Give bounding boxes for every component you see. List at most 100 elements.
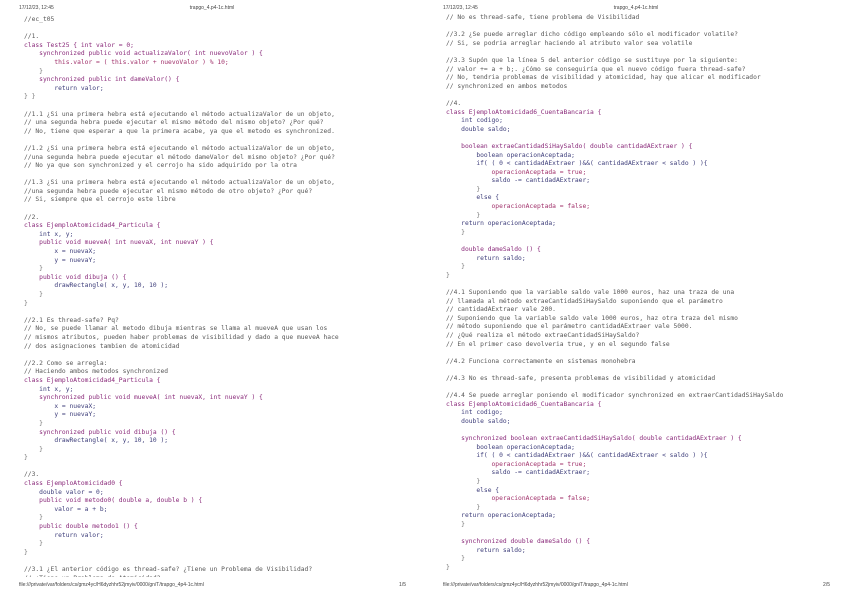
- code-line: // synchronized en ambos metodos: [446, 82, 568, 90]
- code-line: boolean operacionAceptada;: [446, 443, 575, 451]
- code-line: // Si, siempre que el cerrojo este libre: [24, 196, 176, 204]
- code-line: }: [24, 419, 43, 427]
- document-title: trapgo_4.p4-1c.html: [189, 5, 235, 11]
- code-line: }: [446, 263, 465, 271]
- printed-page-2: 17/12/23, 12:45 trapgo_4.p4-1c.html // N…: [424, 0, 848, 599]
- code-line: // ¿Qué realiza el método extraeCantidad…: [446, 331, 640, 339]
- code-line: //4.4 Se puede arreglar poniendo el modi…: [446, 392, 784, 400]
- code-line: // No ya que son synchronized y el cerro…: [24, 162, 297, 170]
- code-line: }: [446, 564, 450, 571]
- code-line: y = nuevaY;: [24, 256, 97, 264]
- code-line: x = nuevaX;: [24, 248, 97, 256]
- code-line: //2.: [24, 213, 40, 221]
- code-line: // No, se puede llamar al metodo dibuja …: [24, 325, 328, 333]
- code-line: valor = a + b;: [24, 505, 108, 513]
- code-line: // Suponiendo que la variable saldo vale…: [446, 314, 738, 322]
- code-line: int x, y;: [24, 385, 74, 393]
- code-line: public double metodo1 () {: [24, 523, 138, 531]
- code-line: double saldo;: [446, 125, 511, 133]
- code-line: // cantidadAExtraer vale 200.: [446, 306, 556, 314]
- code-line: y = nuevaY;: [24, 411, 97, 419]
- code-line: return operacionAceptada;: [446, 220, 556, 228]
- code-line: // No, tiene que esperar a que la primer…: [24, 127, 335, 135]
- page-footer: file:///private/var/folders/cs/gmz4yc/H6…: [424, 582, 848, 590]
- code-line: int x, y;: [24, 230, 74, 238]
- file-url: file:///private/var/folders/cs/gmz4yc/H6…: [19, 582, 204, 588]
- code-line: }: [24, 548, 28, 556]
- code-line: double valor = 0;: [24, 488, 104, 496]
- code-line: }: [446, 521, 465, 529]
- page-number: 1/5: [399, 582, 406, 588]
- code-line: public void dibuja () {: [24, 273, 127, 281]
- code-line: synchronized boolean extraeCantidadSiHay…: [446, 435, 742, 443]
- code-line: //3.2 ¿Se puede arreglar dicho código em…: [446, 31, 738, 39]
- code-line: //3.3 Supón que la línea 5 del anterior …: [446, 56, 738, 64]
- code-line: synchronized double dameSaldo () {: [446, 538, 591, 546]
- code-line: // En el primer caso devolveria true, y …: [446, 340, 670, 348]
- code-line: }: [24, 291, 43, 298]
- page-number: 2/5: [823, 582, 830, 588]
- code-line: }: [446, 228, 465, 236]
- code-line: saldo -= cantidadAExtraer;: [446, 469, 591, 477]
- code-line: drawRectangle( x, y, 10, 10 );: [24, 437, 169, 445]
- code-line: class EjemploAtomicidad4_Particula {: [24, 222, 161, 230]
- code-line: // llamada al método extraeCantidadSiHay…: [446, 297, 723, 305]
- code-line: // No, tendria problemas de visibilidad …: [446, 74, 761, 82]
- code-line: return valor;: [24, 531, 104, 539]
- code-line: x = nuevaX;: [24, 402, 97, 410]
- code-line: //una segunda hebra puede ejecutar el mé…: [24, 153, 335, 161]
- print-date: 17/12/23, 12:45: [19, 5, 54, 11]
- code-line: //2.2 Como se arregla:: [24, 359, 108, 367]
- code-line: //4.: [446, 99, 462, 107]
- code-line: boolean operacionAceptada;: [446, 151, 575, 159]
- code-line: //1.2 ¿Si una primera hebra está ejecuta…: [24, 144, 335, 152]
- code-line: boolean extraeCantidadSiHaySaldo( double…: [446, 142, 693, 150]
- code-line: synchronized public void actualizaValor(…: [24, 50, 263, 58]
- code-line: }: [24, 454, 28, 462]
- code-line: } }: [24, 93, 36, 101]
- code-line: if( ( 0 < cantidadAExtraer )&&( cantidad…: [446, 452, 708, 460]
- code-line: //una segunda hebra puede ejecutar el mi…: [24, 187, 313, 195]
- code-line: else {: [446, 486, 500, 494]
- code-line: double saldo;: [446, 417, 511, 425]
- code-line: drawRectangle( x, y, 10, 10 );: [24, 282, 169, 290]
- code-line: operacionAceptada = true;: [446, 168, 587, 176]
- code-line: //1.3 ¿Si una primera hebra está ejecuta…: [24, 179, 335, 187]
- code-line: synchronized public void mueveA( int nue…: [24, 394, 263, 402]
- code-line: //3.: [24, 471, 40, 479]
- code-listing: //ec_t05 //1. class Test25 { int valor = 0…: [24, 16, 420, 577]
- code-line: //4.1 Suponiendo que la variable saldo v…: [446, 289, 735, 296]
- code-line: }: [24, 514, 43, 522]
- code-line: }: [446, 478, 481, 486]
- code-line: //ec_t05: [24, 16, 55, 23]
- code-line: }: [24, 299, 28, 307]
- code-listing: // No es thread-safe, tiene problema de …: [446, 14, 844, 577]
- code-line: }: [24, 67, 43, 75]
- code-line: }: [446, 185, 481, 193]
- code-line: class Test25 { int valor = 0;: [24, 41, 134, 49]
- code-line: // una segunda hebra puede ejecutar el m…: [24, 119, 324, 127]
- code-line: operacionAceptada = false;: [446, 495, 591, 503]
- code-line: }: [446, 271, 450, 279]
- code-line: return saldo;: [446, 254, 526, 262]
- printed-page-1: 17/12/23, 12:45 trapgo_4.p4-1c.html //ec…: [0, 0, 424, 599]
- code-line: // dos asignaciones tambien de atomicida…: [24, 342, 180, 350]
- code-line: return operacionAceptada;: [446, 512, 556, 520]
- page-header: 17/12/23, 12:45 trapgo_4.p4-1c.html: [0, 5, 424, 13]
